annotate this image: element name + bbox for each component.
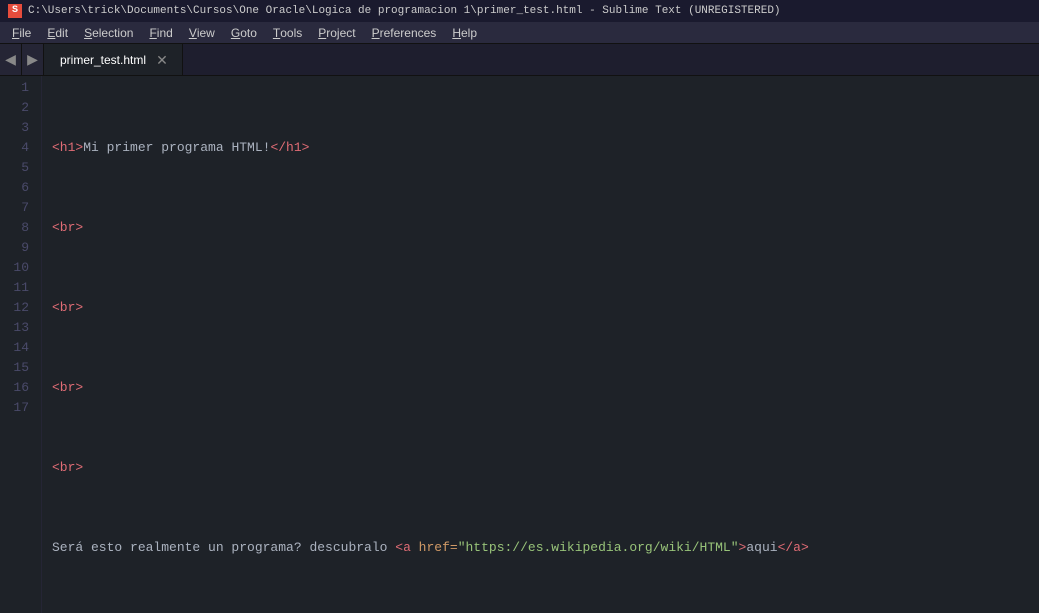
- tab-next-button[interactable]: ▶: [22, 44, 44, 75]
- line-num-4: 4: [8, 138, 29, 158]
- line-num-5: 5: [8, 158, 29, 178]
- line-num-7: 7: [8, 198, 29, 218]
- line-num-11: 11: [8, 278, 29, 298]
- menu-bar: File Edit Selection Find View Goto Tools…: [0, 22, 1039, 44]
- menu-goto[interactable]: Goto: [223, 22, 265, 43]
- menu-file[interactable]: File: [4, 22, 39, 43]
- menu-find[interactable]: Find: [141, 22, 180, 43]
- code-line-3: <br>: [52, 298, 1039, 318]
- tab-close-button[interactable]: ✕: [154, 52, 170, 68]
- menu-edit[interactable]: Edit: [39, 22, 76, 43]
- line-num-12: 12: [8, 298, 29, 318]
- line-num-3: 3: [8, 118, 29, 138]
- menu-tools[interactable]: Tools: [265, 22, 310, 43]
- tab-label: primer_test.html: [60, 53, 146, 67]
- code-line-2: <br>: [52, 218, 1039, 238]
- title-text: C:\Users\trick\Documents\Cursos\One Orac…: [28, 5, 781, 17]
- tab-primer-test[interactable]: primer_test.html ✕: [44, 44, 183, 75]
- code-line-4: <br>: [52, 378, 1039, 398]
- line-num-8: 8: [8, 218, 29, 238]
- line-num-17: 17: [8, 398, 29, 418]
- menu-help[interactable]: Help: [444, 22, 485, 43]
- line-num-10: 10: [8, 258, 29, 278]
- line-num-13: 13: [8, 318, 29, 338]
- tab-prev-button[interactable]: ◀: [0, 44, 22, 75]
- line-num-2: 2: [8, 98, 29, 118]
- code-line-1: <h1>Mi primer programa HTML!</h1>: [52, 138, 1039, 158]
- line-numbers: 1 2 3 4 5 6 7 8 9 10 11 12 13 14 15 16 1…: [0, 76, 42, 613]
- tab-bar: ◀ ▶ primer_test.html ✕: [0, 44, 1039, 76]
- menu-view[interactable]: View: [181, 22, 223, 43]
- editor: 1 2 3 4 5 6 7 8 9 10 11 12 13 14 15 16 1…: [0, 76, 1039, 613]
- menu-project[interactable]: Project: [310, 22, 363, 43]
- code-line-6: Será esto realmente un programa? descubr…: [52, 538, 1039, 558]
- line-num-15: 15: [8, 358, 29, 378]
- line-num-9: 9: [8, 238, 29, 258]
- title-bar: S C:\Users\trick\Documents\Cursos\One Or…: [0, 0, 1039, 22]
- line-num-6: 6: [8, 178, 29, 198]
- line-num-1: 1: [8, 78, 29, 98]
- line-num-14: 14: [8, 338, 29, 358]
- app-icon: S: [8, 4, 22, 18]
- code-line-5: <br>: [52, 458, 1039, 478]
- code-editor[interactable]: <h1>Mi primer programa HTML!</h1> <br> <…: [42, 76, 1039, 613]
- menu-preferences[interactable]: Preferences: [364, 22, 445, 43]
- menu-selection[interactable]: Selection: [76, 22, 141, 43]
- line-num-16: 16: [8, 378, 29, 398]
